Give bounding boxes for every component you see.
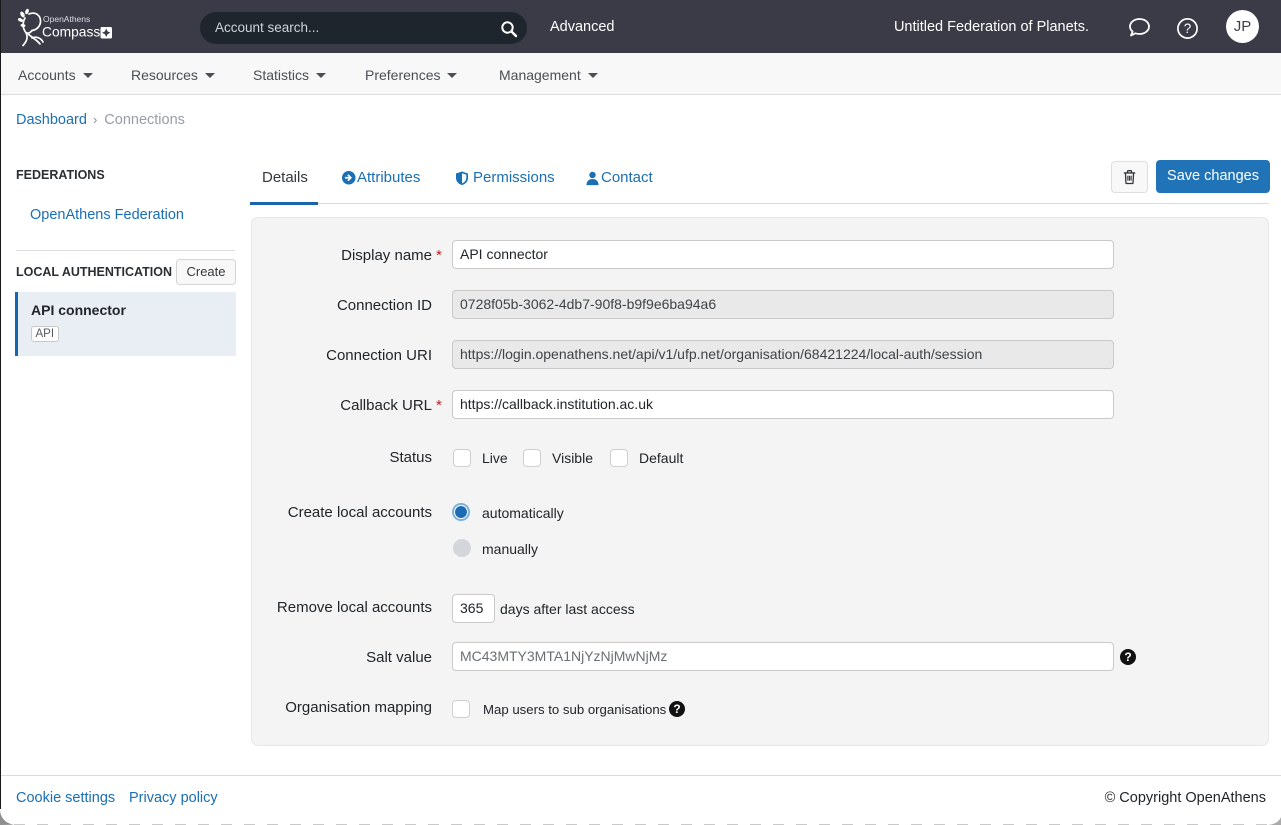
svg-text:OpenAthens: OpenAthens xyxy=(43,14,90,24)
svg-text:Compass: Compass xyxy=(42,25,100,40)
svg-text:?: ? xyxy=(1184,21,1192,36)
